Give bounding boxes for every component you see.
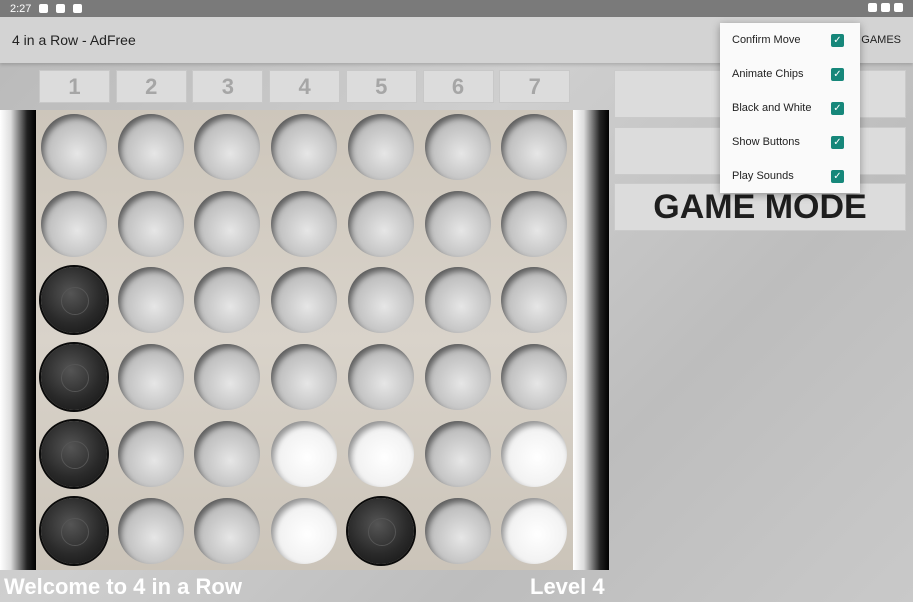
checkbox[interactable]: ✓ [831,68,844,81]
menu-item-label: Black and White [732,102,812,114]
black-chip[interactable] [41,267,107,334]
gear-icon [39,4,49,13]
game-board[interactable] [36,110,573,570]
empty-slot[interactable] [194,420,261,487]
column-button-1[interactable]: 1 [39,70,110,103]
menu-item-label: Show Buttons [732,136,800,148]
empty-slot[interactable] [424,497,491,564]
menu-item-label: Animate Chips [732,68,804,80]
empty-slot[interactable] [41,190,107,257]
empty-slot[interactable] [194,267,261,334]
empty-slot[interactable] [424,344,491,411]
board-rail-left [0,110,36,570]
menu-item-label: Play Sounds [732,170,794,182]
empty-slot[interactable] [271,267,338,334]
column-button-4[interactable]: 4 [269,70,341,103]
menu-item-label: Confirm Move [732,34,801,46]
checkbox[interactable]: ✓ [831,102,844,115]
checkbox[interactable]: ✓ [831,34,844,47]
empty-slot[interactable] [117,497,184,564]
app-title: 4 in a Row - AdFree [12,32,136,48]
status-bar: 2:27 [0,0,913,17]
empty-slot[interactable] [347,267,414,334]
column-button-6[interactable]: 6 [422,70,494,103]
clock: 2:27 [10,2,32,15]
white-chip[interactable] [271,420,338,487]
welcome-message: Welcome to 4 in a Row [4,574,242,599]
menu-item-show-buttons[interactable]: Show Buttons ✓ [720,125,860,159]
black-chip[interactable] [41,497,107,564]
empty-slot[interactable] [271,190,338,257]
column-button-7[interactable]: 7 [499,70,571,103]
empty-slot[interactable] [117,267,184,334]
black-chip[interactable] [347,497,414,564]
options-menu: Confirm Move ✓ Animate Chips ✓ Black and Whi… [720,23,860,193]
empty-slot[interactable] [271,344,338,411]
a-icon [56,4,66,13]
sd-card-icon [73,4,83,13]
empty-slot[interactable] [424,420,491,487]
menu-item-play-sounds[interactable]: Play Sounds ✓ [720,159,860,193]
white-chip[interactable] [501,497,568,564]
wifi-icon [868,3,877,12]
empty-slot[interactable] [424,267,491,334]
menu-item-confirm-move[interactable]: Confirm Move ✓ [720,23,860,57]
empty-slot[interactable] [501,267,568,334]
white-chip[interactable] [501,420,568,487]
empty-slot[interactable] [501,114,568,180]
empty-slot[interactable] [347,114,414,180]
empty-slot[interactable] [501,190,568,257]
black-chip[interactable] [41,344,107,411]
empty-slot[interactable] [117,190,184,257]
column-button-2[interactable]: 2 [115,70,187,103]
empty-slot[interactable] [194,114,261,180]
black-chip[interactable] [41,420,107,487]
empty-slot[interactable] [347,190,414,257]
empty-slot[interactable] [117,420,184,487]
empty-slot[interactable] [117,114,184,180]
signal-icon [881,3,890,12]
empty-slot[interactable] [194,190,261,257]
checkbox[interactable]: ✓ [831,136,844,149]
empty-slot[interactable] [194,497,261,564]
empty-slot[interactable] [347,344,414,411]
menu-item-animate-chips[interactable]: Animate Chips ✓ [720,57,860,91]
white-chip[interactable] [271,497,338,564]
column-button-3[interactable]: 3 [192,70,264,103]
empty-slot[interactable] [194,344,261,411]
empty-slot[interactable] [424,114,491,180]
white-chip[interactable] [347,420,414,487]
board-rail-right [573,110,609,570]
empty-slot[interactable] [424,190,491,257]
menu-item-black-and-white[interactable]: Black and White ✓ [720,91,860,125]
battery-icon [894,3,903,12]
level-label: Level 4 [530,574,605,599]
empty-slot[interactable] [271,114,338,180]
empty-slot[interactable] [41,114,107,180]
empty-slot[interactable] [501,344,568,411]
empty-slot[interactable] [117,344,184,411]
checkbox[interactable]: ✓ [831,170,844,183]
column-button-5[interactable]: 5 [345,70,417,103]
